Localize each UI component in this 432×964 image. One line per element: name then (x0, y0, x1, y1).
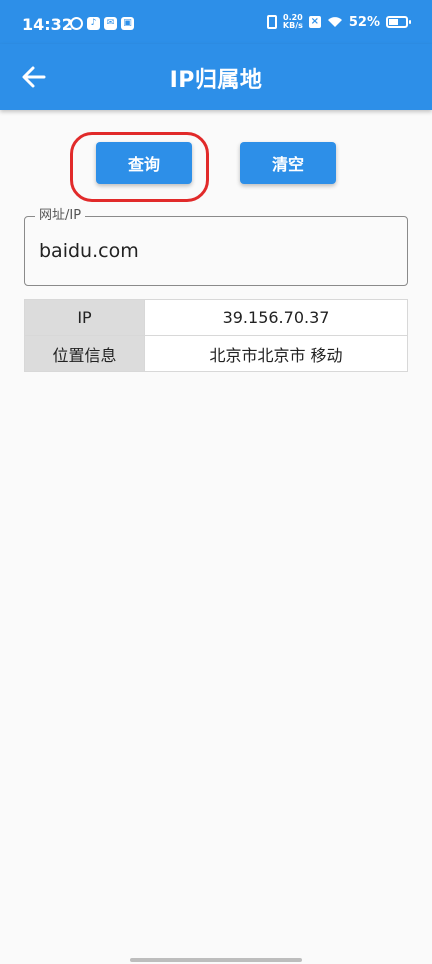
notification-icons: ♪ ✉ ▣ (70, 17, 134, 30)
query-button[interactable]: 查询 (96, 142, 192, 184)
status-bar: 14:32 ♪ ✉ ▣ 0.20 KB/s × 52% (0, 0, 432, 44)
location-value-cell: 北京市北京市 移动 (144, 335, 408, 372)
mail-icon: ✉ (104, 17, 117, 30)
page-title: IP归属地 (169, 68, 263, 93)
status-time: 14:32 (22, 15, 73, 34)
clear-button[interactable]: 清空 (240, 142, 336, 184)
network-speed: 0.20 KB/s (283, 14, 303, 30)
url-ip-field: 网址/IP (24, 208, 408, 286)
no-sim-icon: × (308, 16, 321, 28)
tiktok-icon: ♪ (87, 17, 100, 30)
sync-icon (70, 17, 83, 30)
app-notification-icon: ▣ (121, 17, 134, 30)
wifi-icon (327, 17, 342, 27)
vibrate-icon (266, 15, 277, 29)
battery-level: 52% (348, 14, 380, 30)
home-indicator[interactable] (130, 958, 302, 962)
location-key-cell: 位置信息 (24, 335, 145, 372)
status-right-icons: 0.20 KB/s × 52% (266, 14, 411, 30)
table-row: 位置信息 北京市北京市 移动 (24, 335, 408, 372)
ip-value-cell: 39.156.70.37 (144, 299, 408, 336)
table-row: IP 39.156.70.37 (24, 299, 408, 336)
battery-icon (386, 16, 411, 28)
url-ip-label: 网址/IP (35, 208, 86, 224)
ip-key-cell: IP (24, 299, 145, 336)
url-ip-input[interactable] (39, 237, 389, 265)
network-speed-unit: KB/s (282, 21, 303, 30)
app-bar: IP归属地 (0, 44, 432, 110)
result-table: IP 39.156.70.37 位置信息 北京市北京市 移动 (24, 299, 408, 372)
